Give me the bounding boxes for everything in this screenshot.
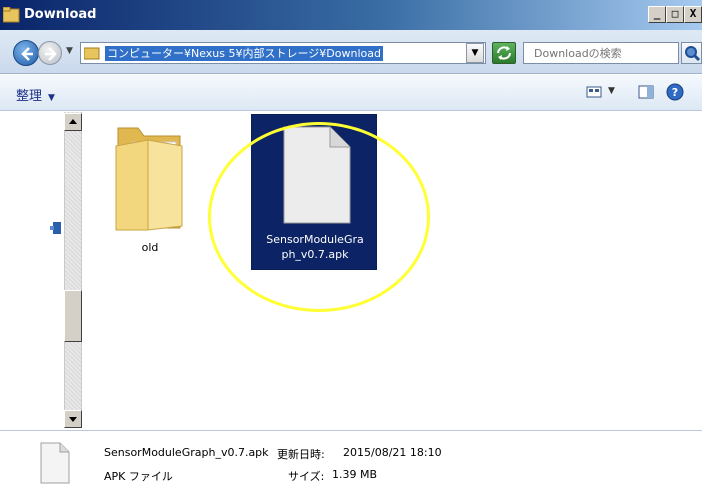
folder-icon [115,127,183,231]
search-button[interactable] [681,42,702,64]
navigation-scrollbar[interactable] [64,112,82,428]
arrow-right-icon [45,47,57,61]
window-title: Download [24,7,97,22]
organize-label: 整理 [16,89,43,104]
preview-pane-icon[interactable] [638,85,654,99]
refresh-button[interactable] [492,42,516,64]
view-icon[interactable] [586,85,602,99]
detail-filename: SensorModuleGraph_v0.7.apk [104,446,269,459]
search-box[interactable] [523,42,679,64]
address-row: ▼ コンピューター¥Nexus 5¥内部ストレージ¥Download ▼ [0,30,702,74]
scroll-down-button[interactable] [64,410,82,428]
highlight-circle [208,122,430,312]
device-icon [50,222,61,234]
folder-item-old[interactable]: old [110,118,190,258]
close-button[interactable]: X [684,6,702,23]
scroll-thumb[interactable] [64,290,82,342]
back-button[interactable] [13,40,39,66]
title-bar: Download _ □ X [0,0,702,30]
history-dropdown-icon[interactable]: ▼ [66,46,73,56]
arrow-left-icon [21,47,33,61]
search-icon [685,46,701,62]
command-bar: 整理 ▼ ▼ ? [0,75,702,111]
navigation-pane[interactable] [0,112,64,428]
folder-icon [3,7,20,23]
detail-size-value: 1.39 MB [332,468,378,481]
address-dropdown-button[interactable]: ▼ [466,43,484,63]
address-path[interactable]: コンピューター¥Nexus 5¥内部ストレージ¥Download [105,46,383,61]
address-bar[interactable]: コンピューター¥Nexus 5¥内部ストレージ¥Download [80,42,486,64]
refresh-icon [497,46,511,60]
document-icon [40,442,70,484]
maximize-button[interactable]: □ [666,6,684,23]
scroll-up-button[interactable] [64,113,82,131]
search-input[interactable] [524,43,652,63]
view-dropdown-icon[interactable]: ▼ [608,86,615,96]
arrow-up-icon [69,119,77,124]
detail-size-label: サイズ: [288,470,325,483]
details-pane: SensorModuleGraph_v0.7.apk 更新日時: 2015/08… [0,430,702,496]
detail-modified-value: 2015/08/21 18:10 [343,446,442,459]
file-name: old [141,241,159,254]
arrow-down-icon [69,417,77,422]
help-icon[interactable]: ? [666,83,684,101]
forward-button[interactable] [38,41,62,65]
svg-text:?: ? [672,86,678,99]
detail-filetype: APK ファイル [104,470,173,483]
chevron-down-icon: ▼ [48,93,55,103]
organize-menu[interactable]: 整理 ▼ [16,85,55,104]
detail-modified-label: 更新日時: [277,448,325,461]
minimize-button[interactable]: _ [648,6,666,23]
folder-icon [84,47,100,60]
